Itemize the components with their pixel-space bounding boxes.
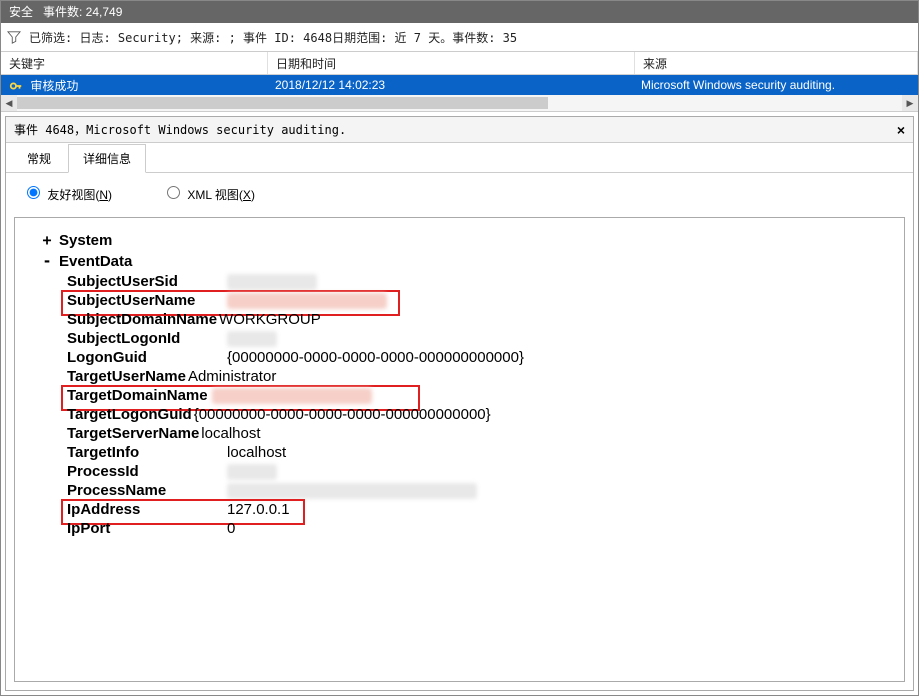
- redacted-value: [212, 388, 372, 404]
- events-table: 关键字 日期和时间 来源 审核成功 2018/12/12 14:02:23 Mi…: [1, 52, 918, 112]
- field-name: TargetDomainName: [67, 387, 208, 404]
- detail-tabs: 常规 详细信息: [6, 143, 913, 173]
- table-header-row: 关键字 日期和时间 来源: [1, 52, 918, 75]
- view-mode-group: 友好视图(N) XML 视图(X): [6, 173, 913, 213]
- funnel-icon: [7, 30, 21, 44]
- radio-friendly-input[interactable]: [27, 186, 40, 199]
- tree-label-eventdata: EventData: [59, 253, 132, 270]
- filter-text: 已筛选: 日志: Security; 来源: ; 事件 ID: 4648日期范围…: [29, 29, 517, 46]
- field-name: IpAddress: [67, 501, 227, 518]
- radio-xml-input[interactable]: [167, 186, 180, 199]
- row-subjectusername: SubjectUserName: [67, 292, 900, 309]
- scroll-right-icon[interactable]: ▶: [902, 95, 918, 111]
- title-event-count: 事件数: 24,749: [43, 1, 122, 23]
- col-keyword-header[interactable]: 关键字: [1, 52, 268, 74]
- detail-title-text: 事件 4648，Microsoft Windows security audit…: [14, 121, 346, 138]
- radio-friendly-view[interactable]: 友好视图(N): [22, 183, 112, 203]
- field-name: TargetLogonGuid: [67, 406, 192, 423]
- event-viewer-window: 安全 事件数: 24,749 已筛选: 日志: Security; 来源: ; …: [0, 0, 919, 696]
- table-row[interactable]: 审核成功 2018/12/12 14:02:23 Microsoft Windo…: [1, 75, 918, 95]
- row-subjectdomainname: SubjectDomainName WORKGROUP: [67, 311, 900, 328]
- event-data-tree[interactable]: + System - EventData SubjectUserSid Subj…: [14, 217, 905, 682]
- row-processid: ProcessId: [67, 463, 900, 480]
- title-bar: 安全 事件数: 24,749: [1, 1, 918, 23]
- field-value: 127.0.0.1: [227, 501, 290, 518]
- tab-general[interactable]: 常规: [12, 144, 66, 173]
- row-subjectlogonid: SubjectLogonId: [67, 330, 900, 347]
- field-value: localhost: [201, 425, 260, 442]
- field-value: Administrator: [188, 368, 276, 385]
- key-icon: [9, 79, 23, 93]
- expand-icon[interactable]: +: [39, 231, 55, 249]
- field-name: ProcessName: [67, 482, 227, 499]
- redacted-value: [227, 293, 387, 309]
- close-icon[interactable]: ×: [897, 122, 905, 138]
- field-name: SubjectUserSid: [67, 273, 227, 290]
- field-value: {00000000-0000-0000-0000-000000000000}: [194, 406, 491, 423]
- row-processname: ProcessName: [67, 482, 900, 499]
- field-value: {00000000-0000-0000-0000-000000000000}: [227, 349, 524, 366]
- field-name: LogonGuid: [67, 349, 227, 366]
- field-name: ProcessId: [67, 463, 227, 480]
- scroll-left-icon[interactable]: ◀: [1, 95, 17, 111]
- tree-node-system[interactable]: + System: [39, 231, 900, 249]
- event-detail-panel: 事件 4648，Microsoft Windows security audit…: [5, 116, 914, 691]
- redacted-value: [227, 464, 277, 480]
- col-source-header[interactable]: 来源: [635, 52, 918, 74]
- row-logonguid: LogonGuid {00000000-0000-0000-0000-00000…: [67, 349, 900, 366]
- field-name: SubjectLogonId: [67, 330, 227, 347]
- redacted-value: [227, 331, 277, 347]
- field-name: IpPort: [67, 520, 227, 537]
- field-name: SubjectDomainName: [67, 311, 217, 328]
- scroll-thumb[interactable]: [17, 97, 548, 109]
- field-value: localhost: [227, 444, 286, 461]
- scroll-track[interactable]: [17, 97, 902, 109]
- cell-datetime: 2018/12/12 14:02:23: [267, 76, 633, 94]
- row-targetservername: TargetServerName localhost: [67, 425, 900, 442]
- cell-keyword: 审核成功: [1, 75, 267, 96]
- field-value: WORKGROUP: [219, 311, 321, 328]
- tab-details[interactable]: 详细信息: [68, 144, 146, 173]
- field-name: TargetInfo: [67, 444, 227, 461]
- redacted-value: [227, 274, 317, 290]
- title-security-label: 安全: [9, 1, 33, 23]
- field-name: TargetServerName: [67, 425, 199, 442]
- field-name: TargetUserName: [67, 368, 186, 385]
- field-name: SubjectUserName: [67, 292, 227, 309]
- tree-label-system: System: [59, 232, 112, 249]
- field-value: 0: [227, 520, 235, 537]
- row-ipaddress: IpAddress 127.0.0.1: [67, 501, 900, 518]
- tree-node-eventdata[interactable]: - EventData: [39, 252, 900, 270]
- row-subjectusersid: SubjectUserSid: [67, 273, 900, 290]
- radio-xml-view[interactable]: XML 视图(X): [162, 183, 255, 203]
- cell-keyword-text: 审核成功: [30, 79, 78, 93]
- collapse-icon[interactable]: -: [39, 252, 55, 270]
- redacted-value: [227, 483, 477, 499]
- cell-source: Microsoft Windows security auditing.: [633, 76, 918, 94]
- detail-title-bar: 事件 4648，Microsoft Windows security audit…: [6, 117, 913, 143]
- row-targetdomainname: TargetDomainName: [67, 387, 900, 404]
- row-targetinfo: TargetInfo localhost: [67, 444, 900, 461]
- col-datetime-header[interactable]: 日期和时间: [268, 52, 635, 74]
- row-ipport: IpPort 0: [67, 520, 900, 537]
- eventdata-children: SubjectUserSid SubjectUserName SubjectDo…: [67, 273, 900, 537]
- horizontal-scrollbar[interactable]: ◀ ▶: [1, 95, 918, 111]
- row-targetusername: TargetUserName Administrator: [67, 368, 900, 385]
- row-targetlogonguid: TargetLogonGuid {00000000-0000-0000-0000…: [67, 406, 900, 423]
- filter-bar: 已筛选: 日志: Security; 来源: ; 事件 ID: 4648日期范围…: [1, 23, 918, 52]
